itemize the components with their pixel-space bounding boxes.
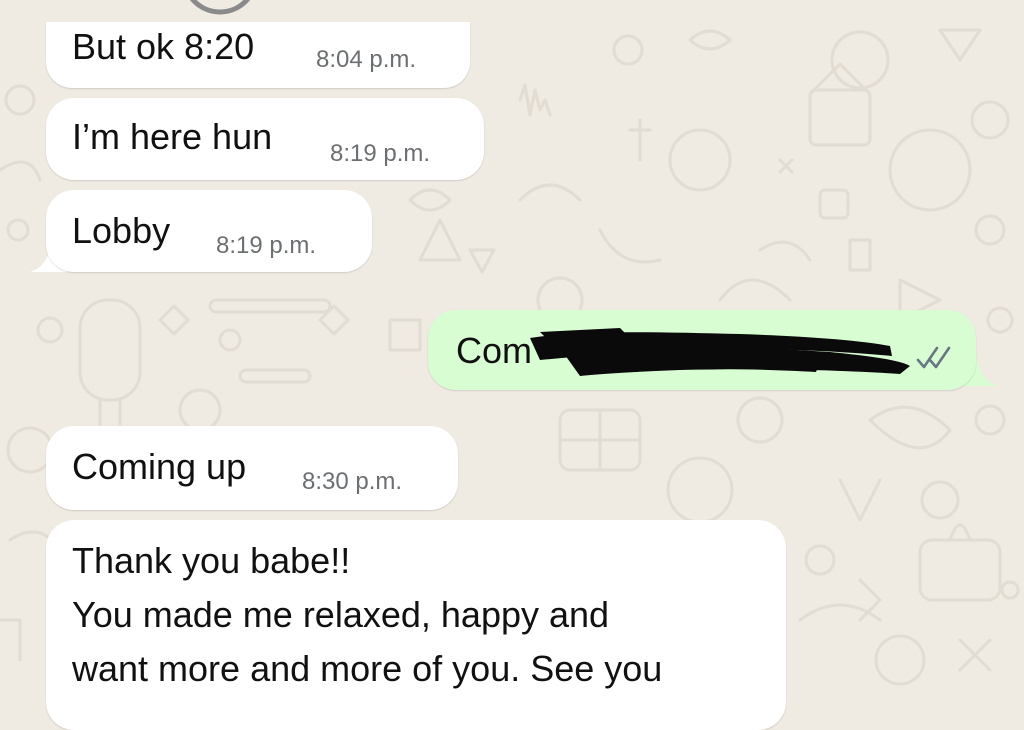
message-bubble-incoming[interactable]: Coming up 8:30 p.m. [46,426,458,510]
message-timestamp: 8:30 p.m. [302,468,403,495]
message-text: Coming up [72,446,247,487]
message-timestamp: 8:19 p.m. [330,140,431,167]
scroll-indicator-ring [189,0,251,15]
message-bubble-incoming[interactable]: But ok 8:20 8:04 p.m. [46,22,470,88]
message-timestamp: 8:19 p.m. [216,232,317,259]
message-line: want more and more of you. See you [72,648,663,689]
message-line: Thank you babe!! [72,540,351,581]
message-bubble-incoming[interactable]: Lobby 8:19 p.m. [46,190,372,272]
message-bubble-incoming[interactable]: I’m here hun 8:19 p.m. [46,98,484,180]
message-bubble-incoming[interactable]: Thank you babe!! You made me relaxed, ha… [46,520,786,730]
message-text: Lobby [72,210,171,251]
message-text: Thank you babe!! You made me relaxed, ha… [72,534,662,696]
double-check-icon [916,346,951,369]
message-line: You made me relaxed, happy and [72,594,610,635]
message-text: I’m here hun [72,116,273,157]
message-text: But ok 8:20 [72,26,255,67]
message-timestamp: 8:04 p.m. [316,46,417,73]
redaction-scribble [530,328,910,376]
